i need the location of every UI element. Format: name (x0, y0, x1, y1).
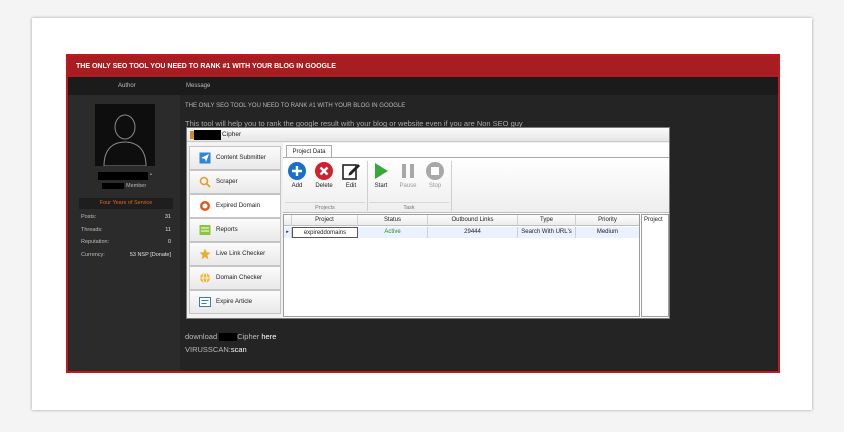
app-titlebar: Cipher (187, 128, 669, 142)
header-project[interactable]: Project (292, 215, 358, 226)
user-title: Member (126, 183, 147, 189)
stat-reputation: Reputation: 0 (81, 239, 171, 245)
globe-icon (200, 272, 210, 284)
send-icon (199, 152, 211, 164)
app-sidebar: Content Submitter Scraper Expired Domain… (189, 143, 281, 318)
header-priority[interactable]: Priority (576, 215, 639, 226)
thread-title: THE ONLY SEO TOOL YOU NEED TO RANK #1 WI… (68, 56, 778, 77)
header-type[interactable]: Type (518, 215, 576, 226)
cell-priority[interactable]: Medium (576, 227, 639, 238)
stop-button[interactable]: Stop (422, 160, 448, 194)
edit-icon (342, 164, 360, 180)
magnifier-icon (199, 176, 211, 188)
nav-content-submitter[interactable]: Content Submitter (189, 146, 281, 170)
project-grid: Project Status Outbound Links Type Prior… (283, 214, 640, 317)
nav-scraper[interactable]: Scraper (189, 170, 281, 194)
pause-icon (402, 164, 414, 178)
stat-posts: Posts: 31 (81, 214, 171, 220)
edit-button[interactable]: Edit (338, 160, 364, 194)
download-line: download Cipher here (185, 332, 277, 342)
author-panel: • Member Four Years of Service Posts: 31 … (68, 95, 180, 371)
project-side-panel: Project (641, 214, 669, 317)
cell-project[interactable]: expireddomains (292, 227, 358, 238)
ribbon-toolbar: Add Delete Edit Start Pause Stop Project… (283, 157, 669, 213)
close-icon (315, 162, 333, 180)
grid-header-indicator (284, 215, 292, 226)
column-header: Author Message (68, 77, 778, 95)
online-indicator: • (150, 172, 152, 178)
nav-expire-article[interactable]: Expire Article (189, 290, 281, 314)
start-button[interactable]: Start (368, 160, 394, 194)
article-icon (199, 297, 211, 307)
app-title: Cipher (222, 131, 242, 138)
virusscan-link[interactable]: scan (231, 345, 247, 354)
column-author: Author (118, 83, 136, 89)
stat-threads: Threads: 11 (81, 226, 171, 233)
cipher-app-window: Cipher Content Submitter Scraper Expired… (186, 127, 670, 319)
grid-header: Project Status Outbound Links Type Prior… (284, 215, 639, 226)
redacted-username (98, 172, 148, 180)
forum-screenshot: THE ONLY SEO TOOL YOU NEED TO RANK #1 WI… (66, 54, 780, 373)
group-projects-label: Projects (285, 202, 365, 212)
app-main: Project Data Add Delete Edit Start Pause… (283, 143, 669, 318)
group-task-label: Task (369, 202, 449, 212)
service-badge: Four Years of Service (79, 198, 173, 209)
avatar (95, 104, 155, 166)
download-link[interactable]: here (261, 332, 276, 341)
redacted-app-name (194, 130, 221, 140)
report-icon (199, 225, 211, 235)
tab-project-data[interactable]: Project Data (286, 145, 332, 157)
cell-type[interactable]: Search With URL's (518, 227, 576, 238)
ribbon-separator (451, 161, 452, 211)
redacted-rank (102, 183, 124, 189)
delete-button[interactable]: Delete (311, 160, 337, 194)
star-icon (199, 248, 211, 260)
side-panel-header: Project (644, 217, 663, 223)
user-stats: Posts: 31 Threads: 11 Reputation: 0 Currenc… (79, 211, 173, 261)
ring-icon (200, 201, 210, 211)
nav-expired-domain[interactable]: Expired Domain (189, 194, 281, 218)
pause-button[interactable]: Pause (395, 160, 421, 194)
virusscan-line: VIRUSSCAN:scan (185, 345, 247, 354)
nav-live-link-checker[interactable]: Live Link Checker (189, 242, 281, 266)
row-selector-icon: ▸ (284, 227, 292, 238)
header-outbound-links[interactable]: Outbound Links (428, 215, 518, 226)
play-icon (375, 163, 388, 179)
redacted-tool-name (219, 333, 238, 342)
stat-currency: Currency: 53 NSP [Donate] (81, 251, 171, 258)
plus-icon (288, 162, 306, 180)
post-title: THE ONLY SEO TOOL YOU NEED TO RANK #1 WI… (185, 103, 406, 109)
column-message: Message (186, 83, 211, 89)
stop-icon (426, 162, 444, 180)
nav-reports[interactable]: Reports (189, 218, 281, 242)
header-status[interactable]: Status (358, 215, 428, 226)
cell-outbound-links[interactable]: 29444 (428, 227, 518, 238)
table-row[interactable]: ▸ expireddomains Active 29444 Search Wit… (284, 227, 639, 238)
nav-domain-checker[interactable]: Domain Checker (189, 266, 281, 290)
cell-status[interactable]: Active (358, 227, 428, 238)
add-button[interactable]: Add (284, 160, 310, 194)
